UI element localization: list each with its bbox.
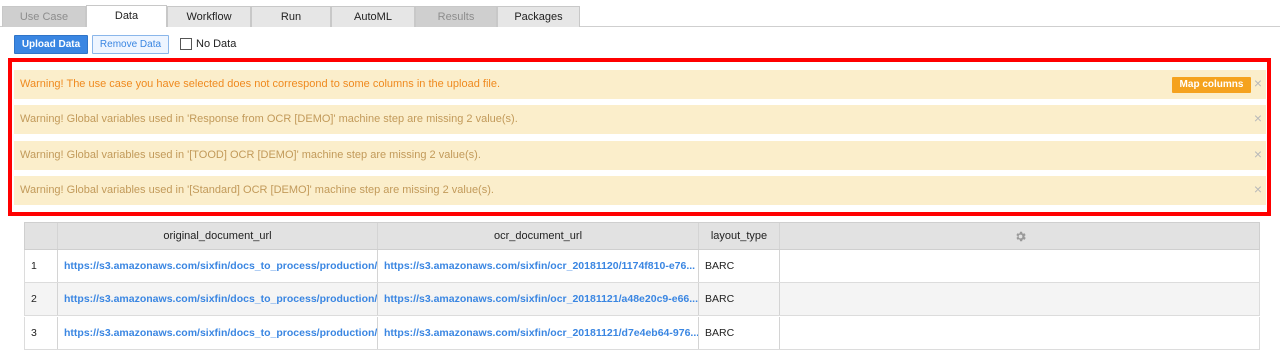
original-document-url-link[interactable]: https://s3.amazonaws.com/sixfin/docs_to_… (58, 250, 378, 282)
table-row[interactable]: 1 https://s3.amazonaws.com/sixfin/docs_t… (24, 250, 1260, 283)
row-index: 3 (25, 317, 58, 349)
tab-packages[interactable]: Packages (497, 6, 580, 27)
gear-icon[interactable] (1014, 230, 1027, 243)
tab-use-case[interactable]: Use Case (2, 6, 86, 27)
tab-automl[interactable]: AutoML (331, 6, 415, 27)
highlight-frame (8, 58, 1271, 216)
tab-results[interactable]: Results (415, 6, 497, 27)
column-header-original-document-url[interactable]: original_document_url (58, 223, 378, 249)
settings-column-header (780, 223, 1259, 249)
no-data-checkbox[interactable] (180, 38, 192, 50)
tab-workflow[interactable]: Workflow (167, 6, 251, 27)
layout-type-cell: BARC (699, 250, 780, 282)
ocr-document-url-link[interactable]: https://s3.amazonaws.com/sixfin/ocr_2018… (378, 283, 699, 315)
upload-data-button[interactable]: Upload Data (14, 35, 88, 54)
tab-run[interactable]: Run (251, 6, 331, 27)
row-index: 2 (25, 283, 58, 315)
no-data-label: No Data (196, 38, 237, 50)
column-header-ocr-document-url[interactable]: ocr_document_url (378, 223, 699, 249)
original-document-url-link[interactable]: https://s3.amazonaws.com/sixfin/docs_to_… (58, 317, 378, 349)
original-document-url-link[interactable]: https://s3.amazonaws.com/sixfin/docs_to_… (58, 283, 378, 315)
table-row[interactable]: 2 https://s3.amazonaws.com/sixfin/docs_t… (24, 283, 1260, 316)
index-column-header (25, 223, 58, 249)
tab-data[interactable]: Data (86, 5, 167, 27)
layout-type-cell: BARC (699, 317, 780, 349)
empty-cell (780, 250, 1259, 282)
tab-bar: Use Case Data Workflow Run AutoML Result… (0, 0, 1280, 27)
row-index: 1 (25, 250, 58, 282)
table-row[interactable]: 3 https://s3.amazonaws.com/sixfin/docs_t… (24, 317, 1260, 350)
column-header-layout-type[interactable]: layout_type (699, 223, 780, 249)
ocr-document-url-link[interactable]: https://s3.amazonaws.com/sixfin/ocr_2018… (378, 250, 699, 282)
empty-cell (780, 283, 1259, 315)
remove-data-button[interactable]: Remove Data (92, 35, 169, 54)
table-header: original_document_url ocr_document_url l… (24, 222, 1260, 250)
empty-cell (780, 317, 1259, 349)
ocr-document-url-link[interactable]: https://s3.amazonaws.com/sixfin/ocr_2018… (378, 317, 699, 349)
layout-type-cell: BARC (699, 283, 780, 315)
